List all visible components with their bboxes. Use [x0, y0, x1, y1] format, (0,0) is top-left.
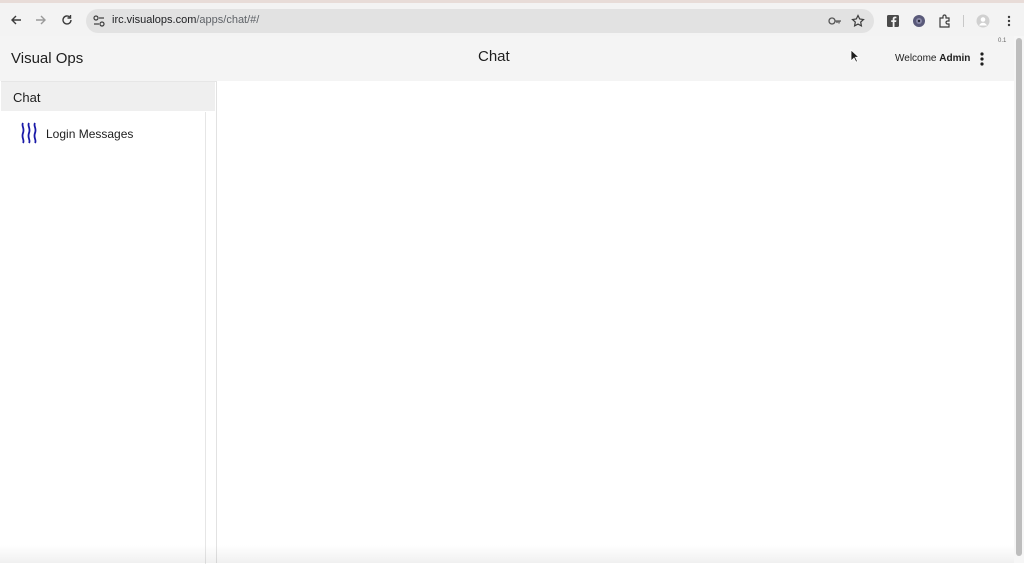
sidebar-header-label: Chat	[13, 90, 41, 105]
toolbar-divider	[963, 15, 964, 27]
extensions-puzzle-icon[interactable]	[938, 14, 952, 28]
welcome-text: Welcome Admin	[895, 53, 970, 64]
welcome-prefix: Welcome	[895, 53, 937, 64]
back-icon[interactable]	[7, 11, 25, 29]
key-icon[interactable]	[828, 14, 842, 28]
page-title: Chat	[478, 48, 510, 65]
app-header: Visual Ops Chat Welcome Admin 0.1	[0, 36, 1014, 81]
profile-avatar-icon[interactable]	[976, 14, 990, 28]
url-text: irc.visualops.com/apps/chat/#/	[112, 14, 259, 26]
brand-title[interactable]: Visual Ops	[11, 50, 83, 67]
page-scrollbar[interactable]	[1014, 36, 1024, 563]
sidebar-header: Chat	[1, 82, 215, 111]
bookmark-star-icon[interactable]	[851, 14, 865, 28]
sidebar-item-login-messages[interactable]: Login Messages	[1, 120, 205, 146]
sidebar: Chat Login Messages	[1, 81, 217, 564]
scrollbar-thumb[interactable]	[1016, 38, 1022, 556]
sidebar-divider	[205, 112, 206, 564]
mouse-cursor-icon	[850, 49, 860, 63]
sidebar-item-label: Login Messages	[46, 127, 134, 141]
bottom-shadow	[0, 545, 1014, 563]
waves-icon	[18, 122, 40, 144]
globe-extension-icon[interactable]	[912, 14, 926, 28]
reload-icon[interactable]	[58, 11, 76, 29]
app-menu-icon[interactable]	[977, 51, 987, 67]
browser-toolbar: irc.visualops.com/apps/chat/#/	[0, 0, 1024, 36]
address-bar[interactable]: irc.visualops.com/apps/chat/#/	[86, 9, 874, 33]
browser-menu-icon[interactable]	[1002, 14, 1016, 28]
url-host: irc.visualops.com	[112, 14, 197, 26]
site-settings-icon[interactable]	[92, 14, 106, 28]
user-name: Admin	[939, 53, 971, 64]
chat-content-area[interactable]	[218, 81, 1014, 563]
url-path: /apps/chat/#/	[196, 14, 260, 26]
chat-app: Visual Ops Chat Welcome Admin 0.1 Chat L…	[0, 36, 1014, 564]
facebook-extension-icon[interactable]	[886, 14, 900, 28]
version-label: 0.1	[998, 38, 1007, 44]
forward-icon[interactable]	[32, 11, 50, 29]
